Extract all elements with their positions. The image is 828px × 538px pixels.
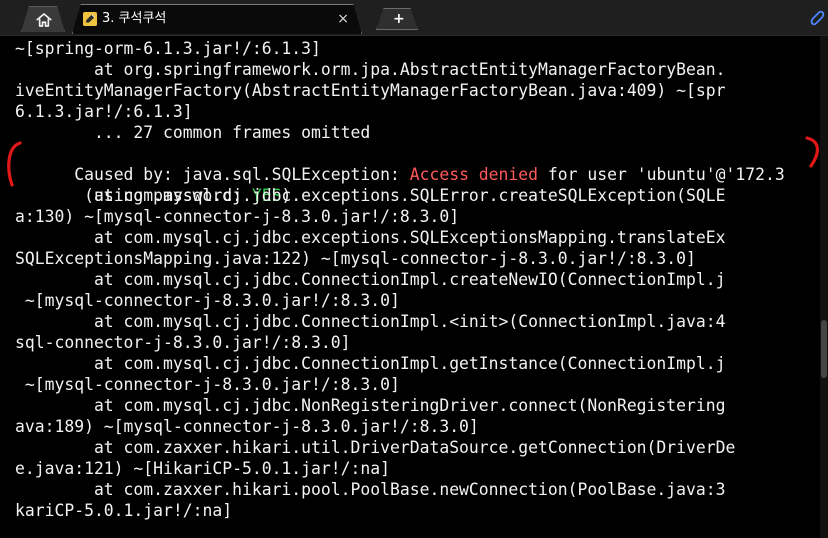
tab-bar: 3. 쿠석쿠석 × + <box>0 0 828 36</box>
home-tab[interactable] <box>21 6 65 32</box>
plus-icon: + <box>393 11 405 27</box>
home-icon <box>36 13 52 27</box>
terminal-line: at com.mysql.cj.jdbc.exceptions.SQLError… <box>15 186 726 205</box>
error-suffix: for user 'ubuntu'@'172.3 <box>538 165 785 184</box>
terminal-line: at com.mysql.cj.jdbc.NonRegisteringDrive… <box>15 396 726 415</box>
terminal-line: e.java:121) ~[HikariCP-5.0.1.jar!/:na] <box>15 459 390 478</box>
terminal-line: at com.mysql.cj.jdbc.ConnectionImpl.getI… <box>15 354 726 373</box>
terminal-line-password: (using password: YES) <box>15 164 291 205</box>
terminal-line: at com.mysql.cj.jdbc.exceptions.SQLExcep… <box>15 228 726 247</box>
access-denied-text: Access denied <box>409 165 539 184</box>
paperclip-icon[interactable] <box>808 8 826 28</box>
terminal-line: ~[mysql-connector-j-8.3.0.jar!/:8.3.0] <box>15 375 400 394</box>
terminal-line: 6.1.3.jar!/:6.1.3] <box>15 102 193 121</box>
terminal-line: kariCP-5.0.1.jar!/:na] <box>15 501 233 520</box>
terminal-line: ava:189) ~[mysql-connector-j-8.3.0.jar!/… <box>15 417 479 436</box>
scrollbar-thumb[interactable] <box>821 320 827 378</box>
terminal-line: sql-connector-j-8.3.0.jar!/:8.3.0] <box>15 333 351 352</box>
terminal-line: at org.springframework.orm.jpa.AbstractE… <box>15 60 726 79</box>
tab-title: 3. 쿠석쿠석 <box>102 11 167 26</box>
terminal-line: a:130) ~[mysql-connector-j-8.3.0.jar!/:8… <box>15 207 460 226</box>
terminal-line: ~[mysql-connector-j-8.3.0.jar!/:8.3.0] <box>15 291 400 310</box>
scrollbar[interactable] <box>820 36 828 538</box>
new-tab-button[interactable]: + <box>376 8 418 30</box>
terminal-line: at com.zaxxer.hikari.util.DriverDataSour… <box>15 438 736 457</box>
terminal-line: at com.mysql.cj.jdbc.ConnectionImpl.<ini… <box>15 312 726 331</box>
terminal-line-error: Caused by: java.sql.SQLException: Access… <box>15 143 785 184</box>
tab-active-session[interactable]: 3. 쿠석쿠석 × <box>72 4 362 34</box>
tab-close-button[interactable]: × <box>337 10 349 28</box>
terminal-line: SQLExceptionsMapping.java:122) ~[mysql-c… <box>15 249 696 268</box>
terminal-output[interactable]: ~[spring-orm-6.1.3.jar!/:6.1.3] at org.s… <box>0 36 828 538</box>
pencil-icon <box>83 12 97 26</box>
terminal-line: at com.mysql.cj.jdbc.ConnectionImpl.crea… <box>15 270 726 289</box>
terminal-line: ~[spring-orm-6.1.3.jar!/:6.1.3] <box>15 39 321 58</box>
terminal-line: at com.zaxxer.hikari.pool.PoolBase.newCo… <box>15 480 726 499</box>
terminal-line: ... 27 common frames omitted <box>15 123 371 142</box>
terminal-window: 3. 쿠석쿠석 × + ~[spring-orm-6.1.3.jar!/:6.1… <box>0 0 828 538</box>
terminal-line: iveEntityManagerFactory(AbstractEntityMa… <box>15 81 726 100</box>
